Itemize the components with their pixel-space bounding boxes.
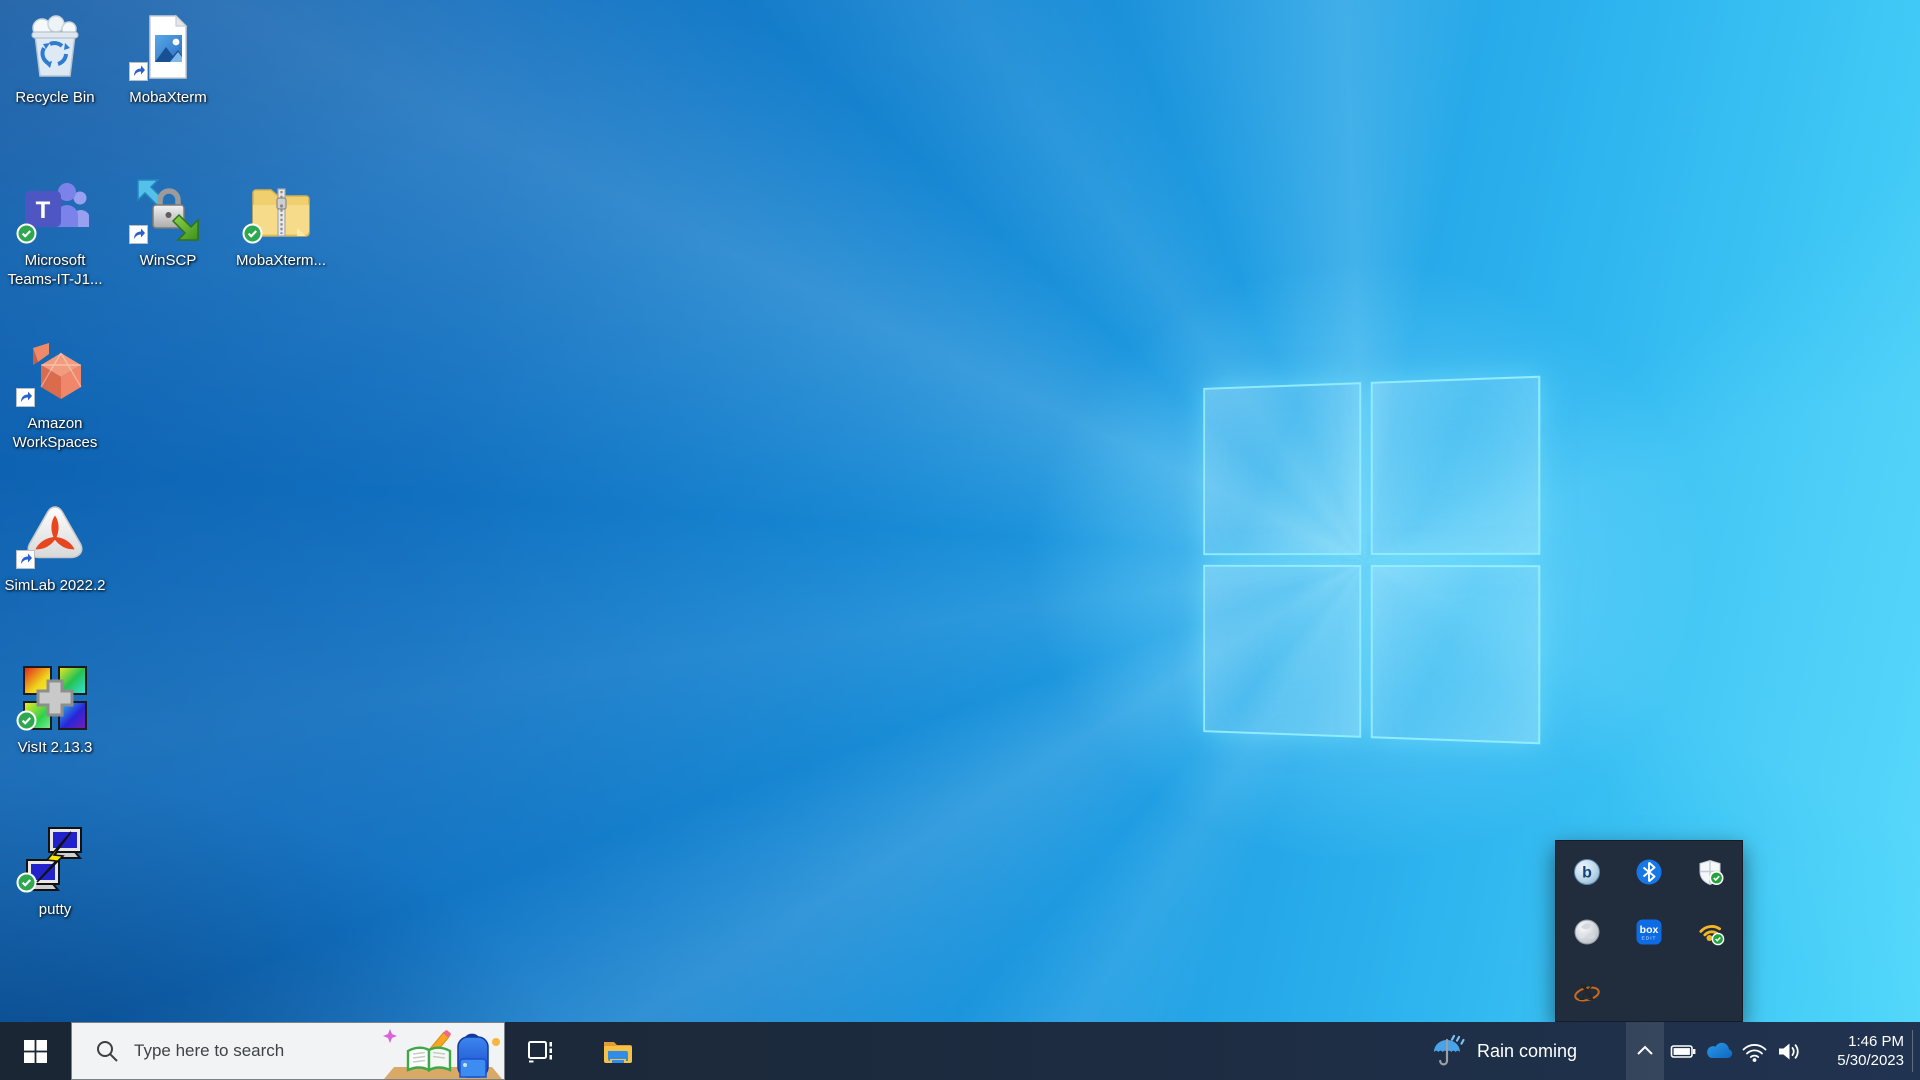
desktop-icon-label: Microsoft Teams-IT-J1...	[3, 251, 107, 289]
desktop-icon-putty[interactable]: putty	[3, 824, 107, 919]
windows-logo-pane	[1203, 565, 1361, 738]
wifi-tray-icon[interactable]	[1737, 1022, 1771, 1080]
taskbar-clock[interactable]: 1:46 PM 5/30/2023	[1806, 1022, 1908, 1080]
desktop-icon-label: putty	[3, 900, 107, 919]
task-view-button[interactable]	[516, 1022, 564, 1080]
windows-logo-pane	[1371, 565, 1541, 744]
svg-text:X: X	[1579, 980, 1596, 1005]
desktop-icon-label: Recycle Bin	[3, 88, 107, 107]
tray-icon-globe[interactable]	[1556, 902, 1618, 962]
clock-time: 1:46 PM	[1848, 1032, 1904, 1051]
search-icon	[94, 1038, 120, 1064]
tray-icon-windows-security[interactable]	[1680, 842, 1742, 902]
sync-check-badge	[242, 223, 263, 249]
desktop-icon-amazon-workspaces[interactable]: Amazon WorkSpaces	[3, 338, 107, 452]
workspaces-cube-icon	[19, 338, 91, 410]
svg-text:b: b	[1582, 865, 1592, 882]
svg-text:EDIT: EDIT	[1642, 936, 1657, 942]
putty-icon	[19, 824, 91, 896]
desktop-icon-label: Amazon WorkSpaces	[3, 414, 107, 452]
tray-icon-box-edit[interactable]: box EDIT	[1618, 902, 1680, 962]
recycle-bin-icon	[19, 12, 91, 84]
start-button[interactable]	[0, 1022, 70, 1080]
taskbar-weather-widget[interactable]: Rain coming	[1425, 1022, 1617, 1080]
tray-overflow-grid: b box EDIT X	[1556, 841, 1742, 1022]
svg-text:T: T	[36, 197, 51, 224]
desktop-icon-microsoft-teams[interactable]: T Microsoft Teams-IT-J1...	[3, 175, 107, 289]
tray-icon-wireless-gold[interactable]	[1680, 902, 1742, 962]
battery-tray-icon[interactable]	[1666, 1022, 1700, 1080]
simlab-icon	[19, 500, 91, 572]
visit-icon	[19, 662, 91, 734]
shortcut-arrow-badge	[129, 225, 148, 249]
windows-logo	[1203, 376, 1540, 745]
shortcut-arrow-badge	[16, 550, 35, 574]
desktop-icon-label: MobaXterm	[116, 88, 220, 107]
desktop-icon-label: WinSCP	[116, 251, 220, 270]
shortcut-arrow-badge	[129, 62, 148, 86]
windows-desktop: Recycle Bin MobaXterm T Microsoft Teams-…	[0, 0, 1920, 1080]
chevron-up-icon	[1633, 1039, 1657, 1063]
sync-check-badge	[16, 872, 37, 898]
file-explorer-button[interactable]	[593, 1022, 641, 1080]
sync-check-badge	[16, 223, 37, 249]
desktop-icon-label: VisIt 2.13.3	[3, 738, 107, 757]
tray-icon-bluetooth[interactable]	[1618, 842, 1680, 902]
tray-overflow-popup: b box EDIT X	[1555, 840, 1743, 1022]
show-desktop-button[interactable]	[1912, 1030, 1913, 1072]
svg-text:box: box	[1640, 924, 1659, 936]
desktop-icon-recycle-bin[interactable]: Recycle Bin	[3, 12, 107, 107]
weather-label: Rain coming	[1477, 1041, 1577, 1062]
zip-folder-icon	[245, 175, 317, 247]
tray-show-hidden-icons-button[interactable]	[1626, 1022, 1664, 1080]
winscp-icon	[132, 175, 204, 247]
tray-icon-b-sphere[interactable]: b	[1556, 842, 1618, 902]
windows-start-icon	[21, 1037, 50, 1066]
desktop-icon-label: SimLab 2022.2	[3, 576, 107, 595]
volume-tray-icon[interactable]	[1772, 1022, 1806, 1080]
desktop-icon-mobaxterm-archive[interactable]: MobaXterm...	[229, 175, 333, 270]
windows-logo-pane	[1371, 376, 1541, 555]
onedrive-tray-icon[interactable]	[1701, 1022, 1735, 1080]
search-box-illustration	[380, 1025, 502, 1079]
task-view-icon	[525, 1036, 555, 1066]
shortcut-arrow-badge	[16, 388, 35, 412]
file-explorer-icon	[600, 1035, 634, 1067]
desktop-icon-label: MobaXterm...	[229, 251, 333, 270]
tray-icon-x-server[interactable]: X	[1556, 962, 1618, 1022]
teams-icon: T	[19, 175, 91, 247]
rain-umbrella-icon	[1431, 1034, 1467, 1068]
desktop-icon-simlab[interactable]: SimLab 2022.2	[3, 500, 107, 595]
desktop-icon-mobaxterm[interactable]: MobaXterm	[116, 12, 220, 107]
desktop-icon-visit[interactable]: VisIt 2.13.3	[3, 662, 107, 757]
image-file-icon	[132, 12, 204, 84]
desktop-icon-winscp[interactable]: WinSCP	[116, 175, 220, 270]
clock-date: 5/30/2023	[1837, 1051, 1904, 1070]
sync-check-badge	[16, 710, 37, 736]
taskbar: Rain coming	[0, 1022, 1920, 1080]
taskbar-search-box[interactable]	[71, 1022, 505, 1080]
windows-logo-pane	[1203, 382, 1361, 555]
